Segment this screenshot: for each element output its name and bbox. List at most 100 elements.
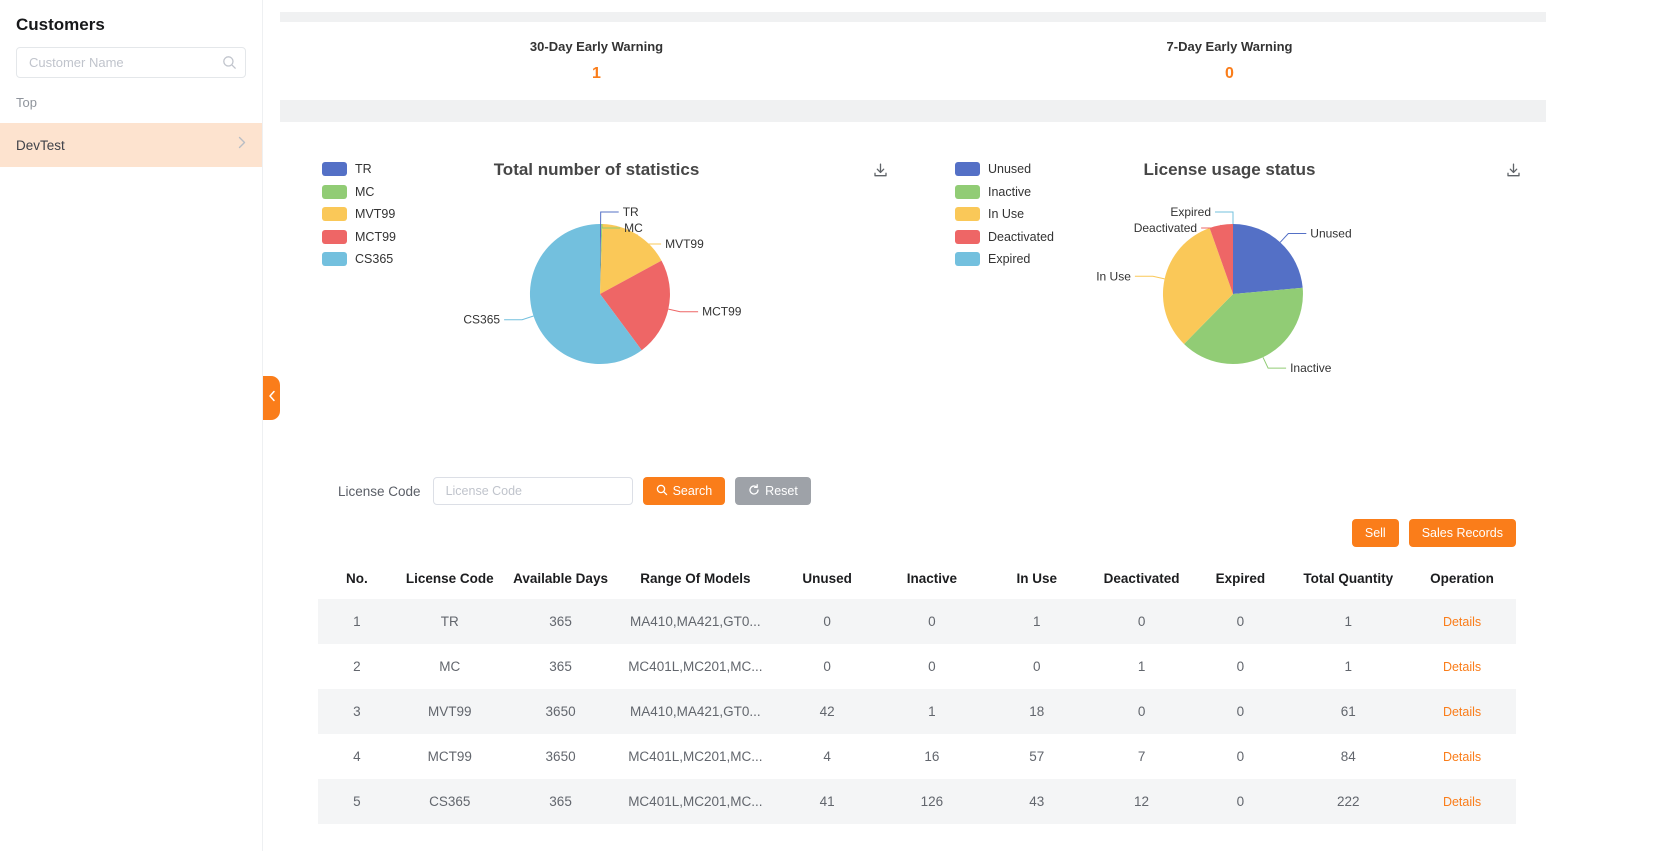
legend-swatch	[955, 184, 980, 199]
table-cell-operation: Details	[1408, 644, 1516, 689]
pie-label-in-use: In Use	[1096, 269, 1131, 283]
search-button[interactable]: Search	[642, 477, 726, 505]
customer-item-label: DevTest	[16, 137, 65, 153]
customer-search-input[interactable]	[16, 47, 246, 78]
table-cell: 12	[1134, 794, 1150, 809]
table-cell-operation: Details	[1408, 599, 1516, 644]
table-cell: 0	[823, 659, 831, 674]
table-cell: 1	[928, 704, 936, 719]
sales-records-button[interactable]: Sales Records	[1408, 519, 1516, 547]
charts-row: Total number of statistics TR MC MVT99 MCT9…	[280, 122, 1546, 467]
search-icon	[222, 55, 237, 75]
table-cell: 0	[1236, 749, 1245, 764]
legend-item-mct99[interactable]: MCT99	[322, 228, 396, 246]
license-table-wrap: No. License Code Available Days Range Of Mo…	[318, 557, 1516, 824]
warning-7-day-label: 7-Day Early Warning	[1166, 39, 1293, 54]
legend-label: CS365	[355, 252, 394, 266]
early-warning-card: 30-Day Early Warning 1 7-Day Early Warni…	[280, 22, 1546, 100]
pie-label-line	[600, 211, 619, 225]
table-cell: 1	[1344, 659, 1352, 674]
chart-legend: TR MC MVT99 MCT99 CS365	[322, 160, 396, 273]
table-cell: 43	[1029, 794, 1045, 809]
table-cell: 365	[549, 614, 572, 629]
reset-button-label: Reset	[765, 484, 798, 498]
legend-item-cs365[interactable]: CS365	[322, 250, 396, 268]
table-row-cs365: 5 CS365 365 MC401L,MC201,MC... 41 126 43 12 0 222…	[318, 779, 1516, 824]
license-panel: Total number of statistics TR MC MVT99 MCT9…	[280, 122, 1546, 851]
legend-item-in-use[interactable]: In Use	[955, 205, 1054, 223]
table-row-mc: 2 MC 365 MC401L,MC201,MC... 0 0 0 1 0 1 Details	[318, 644, 1516, 689]
legend-swatch	[322, 252, 347, 266]
column-header-expired: Expired	[1215, 570, 1266, 586]
customer-search	[16, 47, 246, 78]
column-header-no-: No.	[346, 570, 368, 586]
table-cell: 5	[353, 794, 361, 809]
license-filter-row: License Code Search Reset	[280, 477, 1546, 505]
legend-item-unused[interactable]: Unused	[955, 160, 1054, 178]
sidebar-title: Customers	[16, 15, 105, 34]
table-cell-operation: Details	[1408, 689, 1516, 734]
sell-button-label: Sell	[1364, 526, 1386, 540]
pie-label-line	[1215, 211, 1234, 224]
search-button-label: Search	[672, 484, 713, 498]
sell-button[interactable]: Sell	[1351, 519, 1399, 547]
table-cell: 4	[823, 749, 831, 764]
sidebar-collapse-button[interactable]	[263, 376, 280, 420]
warning-7-day-value: 0	[1225, 65, 1234, 82]
table-cell: 222	[1336, 794, 1360, 809]
pie-label-cs365: CS365	[463, 313, 500, 327]
spacer	[280, 100, 1546, 122]
details-link[interactable]: Details	[1443, 750, 1481, 764]
table-cell: 84	[1340, 749, 1356, 764]
table-cell: 0	[1032, 659, 1041, 674]
table-cell: 18	[1029, 704, 1045, 719]
reset-button[interactable]: Reset	[735, 477, 811, 505]
details-link[interactable]: Details	[1443, 705, 1481, 719]
pie-slice-unused[interactable]	[1233, 224, 1303, 294]
legend-item-inactive[interactable]: Inactive	[955, 183, 1054, 201]
sales-records-button-label: Sales Records	[1421, 526, 1503, 540]
table-cell: MC401L,MC201,MC...	[628, 749, 763, 764]
table-body: 1 TR 365 MA410,MA421,GT0... 0 0 1 0 0 1 Details 2 MC…	[318, 599, 1516, 824]
legend-swatch	[322, 229, 347, 244]
table-cell: MCT99	[427, 749, 472, 764]
license-code-label: License Code	[338, 483, 421, 499]
table-cell: 16	[924, 749, 940, 764]
warning-30-day-value: 1	[592, 65, 601, 82]
refresh-icon	[748, 483, 760, 499]
legend-swatch	[955, 229, 980, 244]
table-cell: 0	[1236, 659, 1245, 674]
license-code-input[interactable]	[432, 477, 633, 505]
customers-sidebar: Customers Top DevTest	[0, 0, 280, 851]
column-header-operation: Operation	[1430, 570, 1494, 586]
pie-label-line	[668, 308, 699, 313]
legend-label: Unused	[988, 162, 1032, 176]
table-cell: MC401L,MC201,MC...	[628, 659, 763, 674]
details-link[interactable]: Details	[1443, 795, 1481, 809]
legend-item-mvt99[interactable]: MVT99	[322, 205, 396, 223]
table-cell: 0	[1236, 614, 1245, 629]
table-cell: 42	[819, 704, 835, 719]
legend-swatch	[322, 162, 347, 176]
details-link[interactable]: Details	[1443, 660, 1481, 674]
legend-item-tr[interactable]: TR	[322, 160, 396, 178]
table-cell: 7	[1137, 749, 1146, 764]
sidebar-item-devtest[interactable]: DevTest	[0, 123, 262, 167]
table-cell: 57	[1029, 749, 1045, 764]
legend-item-deactivated[interactable]: Deactivated	[955, 228, 1054, 246]
column-header-in-use: In Use	[1016, 570, 1057, 586]
details-link[interactable]: Details	[1443, 615, 1481, 629]
legend-label: MC	[355, 184, 375, 199]
table-cell: 0	[1236, 704, 1245, 719]
pie-label-deactivated: Deactivated	[1134, 221, 1197, 235]
legend-item-expired[interactable]: Expired	[955, 250, 1054, 268]
license-table: No. License Code Available Days Range Of Mo…	[318, 557, 1516, 824]
table-row-tr: 1 TR 365 MA410,MA421,GT0... 0 0 1 0 0 1 Details	[318, 599, 1516, 644]
legend-item-mc[interactable]: MC	[322, 183, 396, 201]
legend-label: MVT99	[355, 207, 396, 221]
table-cell: 0	[928, 614, 936, 629]
warning-7-day: 7-Day Early Warning 0	[913, 22, 1546, 100]
search-icon	[656, 484, 668, 499]
column-header-deactivated: Deactivated	[1103, 570, 1180, 586]
pie-label-mct99: MCT99	[702, 305, 742, 319]
